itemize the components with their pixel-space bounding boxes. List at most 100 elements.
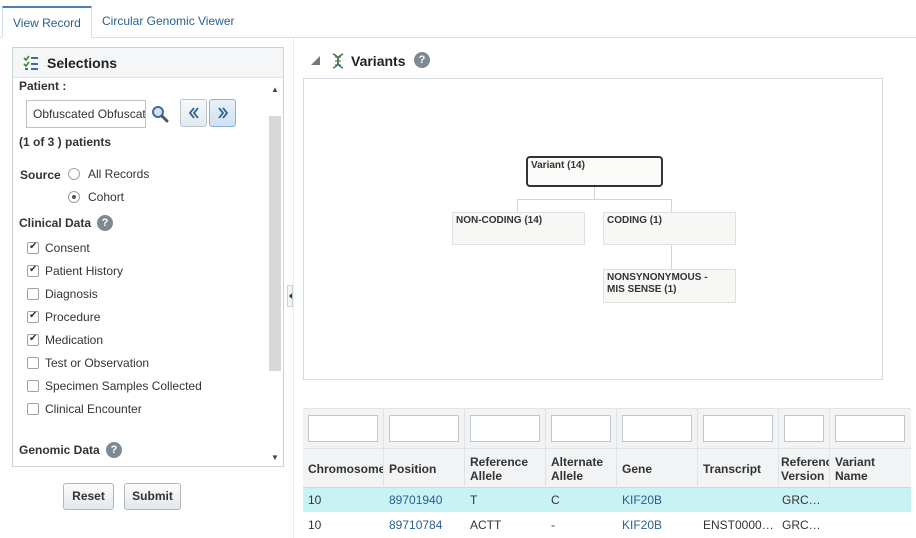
next-patient-button[interactable] [209,99,236,127]
patient-history-label: Patient History [45,264,124,278]
variants-table: Chromosome Position Reference Allele Alt… [303,408,911,538]
tree-node-coding[interactable]: CODING (1) [603,212,736,245]
tab-circular-genomic-viewer[interactable]: Circular Genomic Viewer [92,6,245,38]
previous-patient-button[interactable] [180,99,207,127]
procedure-checkbox[interactable] [27,310,39,323]
column-header-variant-name[interactable]: Variant Name [830,449,911,488]
source-cohort-radio[interactable] [68,191,80,203]
source-cohort-label: Cohort [88,190,125,204]
tab-view-record[interactable]: View Record [2,6,92,38]
column-header-gene[interactable]: Gene [617,449,698,488]
table-row[interactable]: 10 89710784 ACTT - KIF20B ENST0000… GRC… [303,513,911,537]
genomic-data-help-icon[interactable]: ? [106,442,122,458]
transcript-filter-input[interactable] [703,415,773,442]
alternate-allele-cell: C [551,493,560,507]
reference-allele-filter-input[interactable] [470,415,540,442]
selections-title: Selections [47,55,118,71]
variant-name-cell [830,488,911,512]
tree-node-missense-line1: NONSYNONYMOUS - [607,272,708,283]
collapse-variants-icon[interactable] [311,56,320,65]
position-link[interactable]: 89710784 [384,513,465,537]
reference-version-filter-input[interactable] [784,415,824,442]
pane-divider [293,38,294,538]
collapse-left-pane-handle[interactable] [287,285,293,307]
tree-node-variant[interactable]: Variant (14) [526,156,663,187]
table-row[interactable]: 10 89701940 T C KIF20B GRC… [303,488,911,512]
specimen-samples-checkbox[interactable] [27,380,39,392]
medication-checkbox[interactable] [27,333,39,346]
selections-body: Patient : Obfuscated Obfuscated (1 of 3 … [13,79,267,466]
chevron-double-right-icon [218,107,229,119]
source-all-records-label: All Records [88,167,150,181]
diagnosis-label: Diagnosis [45,287,98,301]
table-filter-row [303,408,911,449]
variant-name-filter-input[interactable] [835,415,905,442]
filter-cell [830,409,911,449]
specimen-samples-label: Specimen Samples Collected [45,379,202,393]
reference-version-cell: GRC… [782,493,821,507]
reference-allele-cell: T [470,493,478,507]
tree-node-non-coding[interactable]: NON-CODING (14) [452,212,585,245]
tab-bar: View Record Circular Genomic Viewer [0,0,916,38]
variants-help-icon[interactable]: ? [414,52,430,68]
reference-version-cell: GRC… [782,518,821,532]
alternate-allele-cell: - [551,518,555,532]
clinical-encounter-checkbox[interactable] [27,403,39,415]
filter-cell [698,409,779,449]
patients-count: (1 of 3 ) patients [19,135,112,149]
gene-link[interactable]: KIF20B [617,488,698,512]
transcript-cell: ENST0000… [703,518,774,532]
table-header-row: Chromosome Position Reference Allele Alt… [303,448,911,488]
position-filter-input[interactable] [389,415,459,442]
chromosome-filter-input[interactable] [308,415,378,442]
column-header-alternate-allele[interactable]: Alternate Allele [546,449,617,488]
filter-cell [303,409,384,449]
variant-name-cell [830,513,911,537]
tree-node-missense-line2: MIS SENSE (1) [607,284,677,295]
gene-filter-input[interactable] [622,415,692,442]
selections-header: Selections [13,48,283,78]
filter-cell [546,409,617,449]
patient-history-checkbox[interactable] [27,264,39,277]
selections-panel: Selections Patient : Obfuscated Obfuscat… [12,47,284,467]
dna-icon [332,53,344,69]
alternate-allele-filter-input[interactable] [551,415,611,442]
column-header-reference-allele[interactable]: Reference Allele [465,449,546,488]
reference-allele-cell: ACTT [470,518,502,532]
clinical-data-help-icon[interactable]: ? [97,215,113,231]
clinical-encounter-label: Clinical Encounter [45,402,142,416]
test-or-observation-checkbox[interactable] [27,357,39,369]
column-header-reference-version[interactable]: Reference Version [779,449,830,488]
variant-tree-view: Variant (14) NON-CODING (14) CODING (1) … [303,78,883,380]
scroll-up-arrow-icon[interactable]: ▲ [271,86,279,94]
consent-label: Consent [45,241,90,255]
tree-node-missense[interactable]: NONSYNONYMOUS - MIS SENSE (1) [603,269,736,303]
test-or-observation-label: Test or Observation [45,356,150,370]
search-icon[interactable] [151,105,169,123]
chromosome-cell: 10 [308,493,322,507]
chevron-double-left-icon [188,107,199,119]
column-header-position[interactable]: Position [384,449,465,488]
tree-connector [671,245,672,269]
tree-connector [671,199,672,212]
tree-connector [517,199,518,212]
source-all-records-radio[interactable] [68,168,80,180]
consent-checkbox[interactable] [27,241,39,254]
gene-link[interactable]: KIF20B [617,513,698,537]
column-header-chromosome[interactable]: Chromosome [303,449,384,488]
checklist-icon [23,55,38,70]
reset-button[interactable]: Reset [63,483,114,510]
scroll-down-arrow-icon[interactable]: ▼ [271,454,279,462]
source-label: Source [20,168,61,182]
submit-button[interactable]: Submit [124,483,181,510]
diagnosis-checkbox[interactable] [27,288,39,300]
filter-cell [617,409,698,449]
position-link[interactable]: 89701940 [384,488,465,512]
patient-field[interactable]: Obfuscated Obfuscated [26,100,146,128]
chromosome-cell: 10 [308,518,322,532]
patient-label: Patient : [19,79,67,93]
filter-cell [465,409,546,449]
column-header-transcript[interactable]: Transcript [698,449,779,488]
selections-scroll-thumb[interactable] [269,116,281,371]
variants-title: Variants [351,53,406,69]
